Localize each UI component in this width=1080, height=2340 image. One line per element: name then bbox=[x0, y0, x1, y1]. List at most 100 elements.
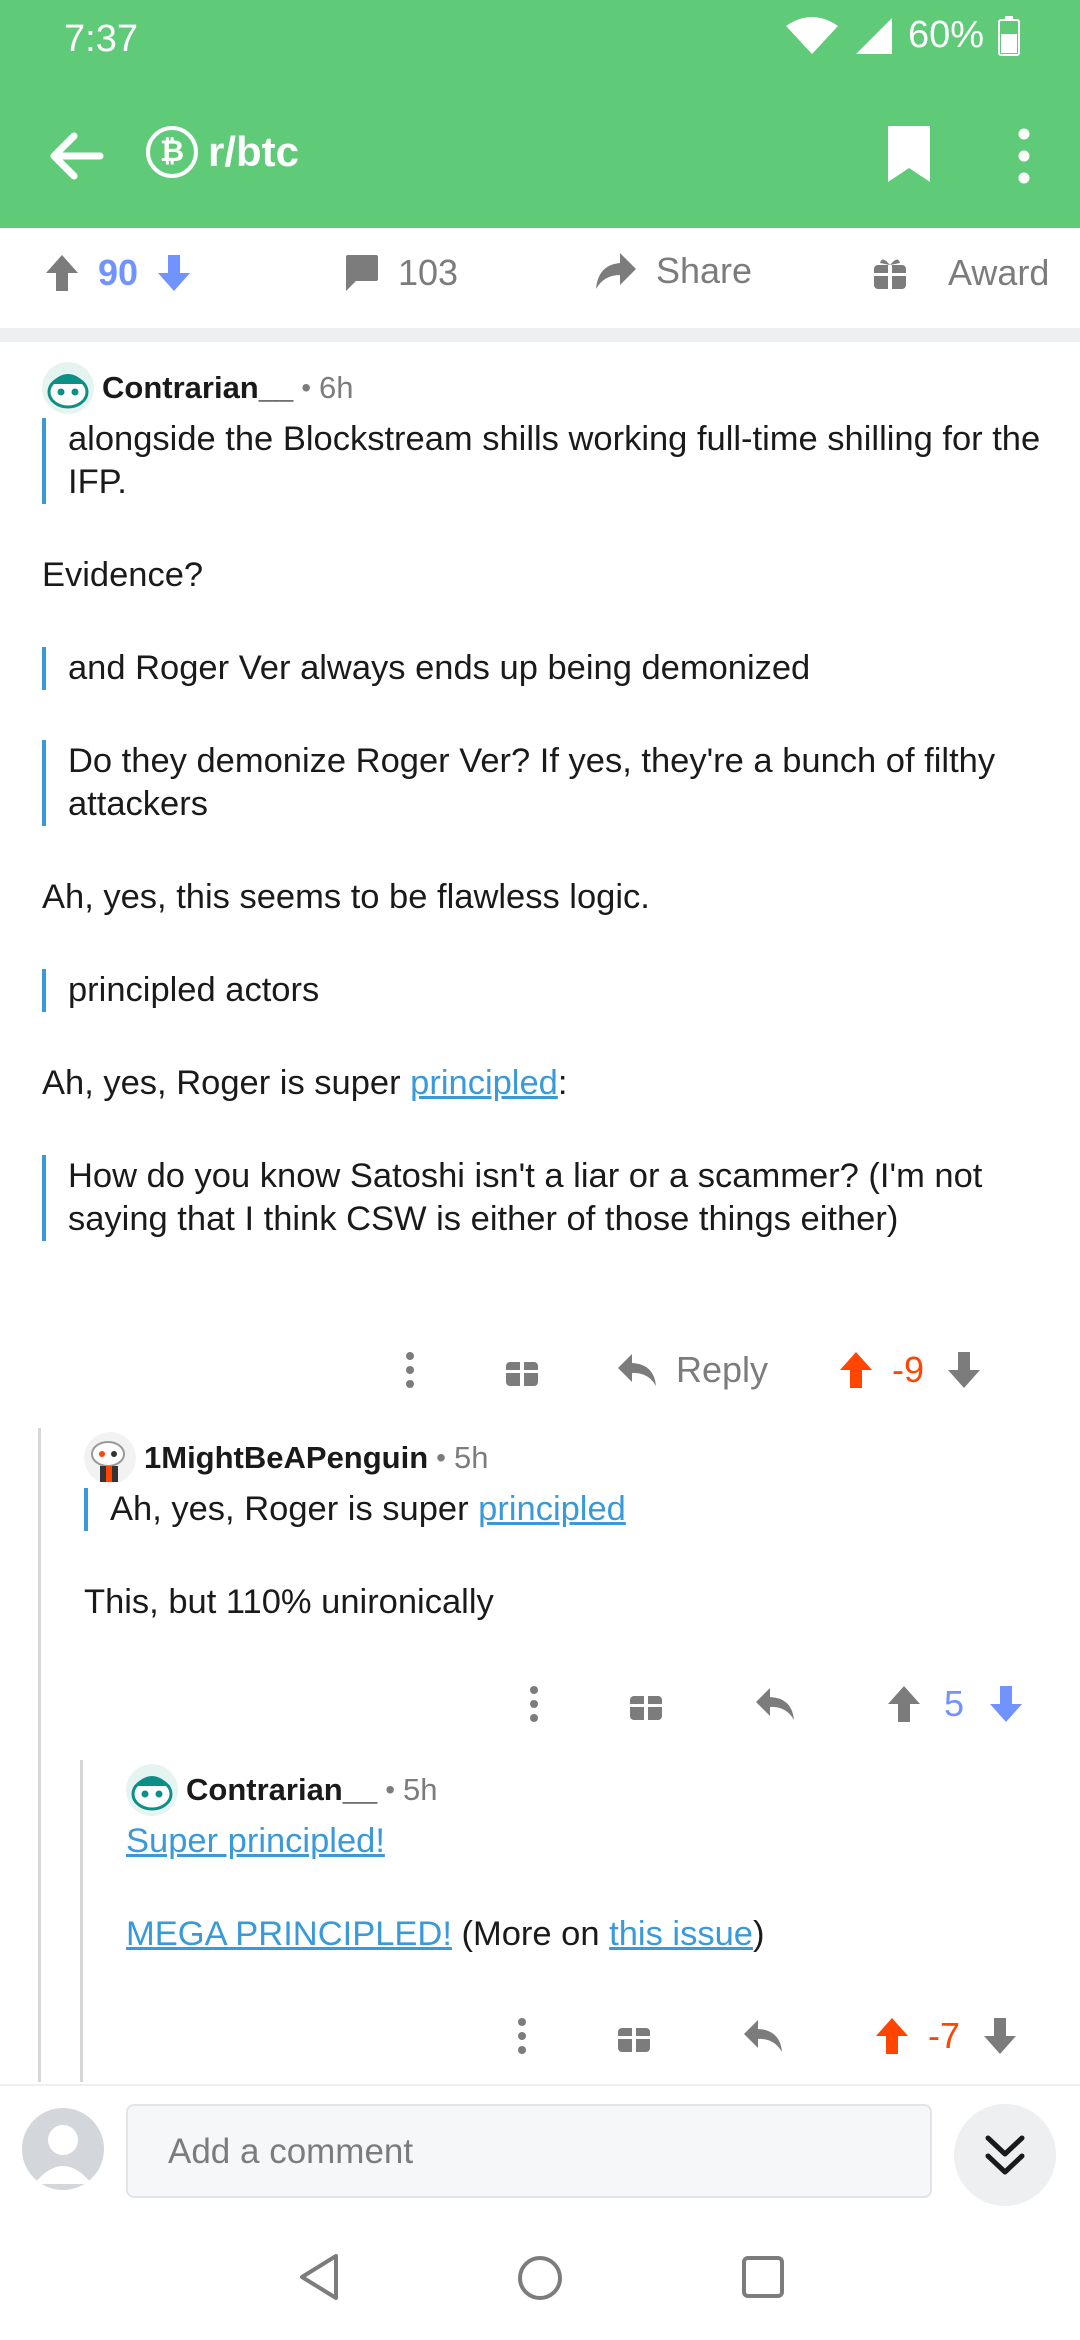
upvote-arrow-icon[interactable] bbox=[838, 1350, 874, 1390]
comment-score: 5 bbox=[944, 1683, 965, 1724]
avatar[interactable] bbox=[126, 1764, 178, 1816]
this-issue-link[interactable]: this issue bbox=[609, 1915, 753, 1953]
nav-recents-icon[interactable] bbox=[740, 2254, 786, 2300]
avatar[interactable] bbox=[42, 362, 94, 414]
gift-icon[interactable] bbox=[616, 2018, 652, 2054]
comment-paragraph: MEGA PRINCIPLED! (More on this issue) bbox=[126, 1913, 1046, 1956]
comment-age: 5h bbox=[403, 1772, 438, 1807]
thread-line bbox=[80, 1760, 83, 2082]
snoo-avatar-icon bbox=[42, 362, 94, 414]
post-score: 90 bbox=[98, 252, 139, 293]
comment-paragraph: Ah, yes, this seems to be flawless logic… bbox=[42, 878, 650, 916]
clock: 7:37 bbox=[64, 18, 138, 60]
kebab-menu-icon[interactable] bbox=[514, 1682, 554, 1726]
downvote-arrow-icon[interactable] bbox=[982, 2016, 1018, 2056]
award-button[interactable]: Award bbox=[872, 252, 1049, 294]
system-nav-bar bbox=[0, 2216, 1080, 2340]
comment-action-bar: -7 bbox=[502, 2014, 1018, 2058]
comment-action-bar: Reply -9 bbox=[390, 1348, 982, 1392]
principled-link[interactable]: principled bbox=[478, 1490, 626, 1528]
mega-principled-link[interactable]: MEGA PRINCIPLED! bbox=[126, 1915, 452, 1953]
reply-arrow-icon[interactable] bbox=[742, 2018, 784, 2054]
status-icons: 60% bbox=[784, 14, 1020, 57]
comment-score: -9 bbox=[892, 1349, 925, 1390]
comment: Contrarian__ • 5h Super principled! MEGA… bbox=[126, 1760, 1046, 1956]
gift-icon[interactable] bbox=[628, 1686, 664, 1722]
text-segment: : bbox=[557, 1064, 568, 1102]
bookmark-icon bbox=[888, 126, 930, 182]
comment-body: Ah, yes, Roger is super principled This,… bbox=[84, 1488, 1044, 1624]
text-segment: Ah, yes, Roger is super bbox=[42, 1064, 411, 1102]
super-principled-link[interactable]: Super principled! bbox=[126, 1822, 385, 1860]
upvote-arrow-icon[interactable] bbox=[44, 253, 80, 293]
share-arrow-icon bbox=[596, 253, 636, 289]
comment-bubble-icon bbox=[346, 255, 378, 291]
blockquote: Ah, yes, Roger is super principled bbox=[84, 1488, 1044, 1531]
gift-icon[interactable] bbox=[504, 1352, 540, 1388]
comments-button[interactable]: 103 bbox=[342, 252, 458, 294]
comment-composer: Add a comment bbox=[0, 2084, 1080, 2218]
comment-author[interactable]: Contrarian__ bbox=[186, 1772, 377, 1808]
bitcoin-icon: ₿ bbox=[146, 126, 198, 178]
comment-author[interactable]: 1MightBeAPenguin bbox=[144, 1440, 428, 1476]
snoo-avatar-icon bbox=[84, 1432, 136, 1484]
upvote-arrow-icon[interactable] bbox=[874, 2016, 910, 2056]
nav-back-icon[interactable] bbox=[296, 2252, 342, 2302]
user-avatar[interactable] bbox=[22, 2108, 104, 2190]
comment-header: 1MightBeAPenguin • 5h bbox=[84, 1428, 1044, 1488]
kebab-menu-icon[interactable] bbox=[390, 1348, 430, 1392]
subreddit-header[interactable]: ₿ r/btc bbox=[146, 126, 299, 178]
text-segment: Ah, yes, Roger is super bbox=[110, 1490, 479, 1528]
comment-action-bar: 5 bbox=[514, 1682, 1024, 1726]
upvote-arrow-icon[interactable] bbox=[886, 1684, 922, 1724]
reply-button[interactable]: Reply bbox=[616, 1349, 768, 1391]
share-label: Share bbox=[656, 250, 753, 291]
blockquote: Do they demonize Roger Ver? If yes, they… bbox=[42, 740, 1052, 826]
comment-body: Super principled! MEGA PRINCIPLED! (More… bbox=[126, 1820, 1046, 1956]
reply-arrow-icon[interactable] bbox=[754, 1686, 796, 1722]
blockquote: How do you know Satoshi isn't a liar or … bbox=[42, 1155, 1052, 1241]
default-avatar-icon bbox=[34, 2125, 92, 2184]
app-bar: ₿ r/btc bbox=[0, 84, 1080, 228]
downvote-arrow-icon[interactable] bbox=[988, 1684, 1024, 1724]
reply-label: Reply bbox=[676, 1349, 769, 1390]
kebab-menu-icon[interactable] bbox=[502, 2014, 542, 2058]
nav-home-icon[interactable] bbox=[516, 2254, 564, 2302]
separator-dot: • bbox=[301, 372, 312, 403]
snoo-avatar-icon bbox=[126, 1764, 178, 1816]
comment-body: alongside the Blockstream shills working… bbox=[42, 418, 1052, 1241]
add-comment-input[interactable]: Add a comment bbox=[126, 2104, 932, 2198]
battery-percent: 60% bbox=[907, 14, 984, 56]
status-bar: 7:37 60% bbox=[0, 0, 1080, 84]
back-button[interactable] bbox=[40, 120, 112, 192]
comment-age: 5h bbox=[453, 1440, 489, 1475]
text-segment: (More on bbox=[451, 1915, 610, 1953]
more-options-button[interactable] bbox=[1000, 124, 1048, 188]
downvote-arrow-icon[interactable] bbox=[946, 1350, 982, 1390]
comment-count: 103 bbox=[398, 252, 459, 293]
award-label: Award bbox=[948, 252, 1050, 293]
reply-arrow-icon bbox=[618, 1354, 656, 1386]
downvote-arrow-icon[interactable] bbox=[156, 253, 192, 293]
post-vote-group: 90 bbox=[44, 252, 192, 294]
share-button[interactable]: Share bbox=[594, 250, 752, 292]
avatar[interactable] bbox=[84, 1432, 136, 1484]
collapse-all-button[interactable] bbox=[954, 2104, 1056, 2206]
post-action-bar: 90 103 Share Award bbox=[0, 228, 1080, 342]
cell-signal-icon bbox=[855, 17, 892, 54]
comment-author[interactable]: Contrarian__ bbox=[102, 370, 293, 406]
comment-paragraph: Ah, yes, Roger is super principled: bbox=[42, 1062, 1052, 1105]
comment-paragraph: Super principled! bbox=[126, 1820, 1046, 1863]
subreddit-name: r/btc bbox=[208, 128, 300, 175]
bookmark-button[interactable] bbox=[884, 124, 934, 184]
blockquote: and Roger Ver always ends up being demon… bbox=[42, 647, 1052, 690]
battery-icon bbox=[998, 15, 1020, 56]
comment-thread: Contrarian__ • 6h alongside the Blockstr… bbox=[0, 342, 1080, 2082]
blockquote: principled actors bbox=[42, 969, 1052, 1012]
blockquote: alongside the Blockstream shills working… bbox=[42, 418, 1052, 504]
comment-header: Contrarian__ • 5h bbox=[126, 1760, 1046, 1820]
principled-link[interactable]: principled bbox=[410, 1064, 558, 1102]
back-arrow-icon bbox=[50, 132, 104, 180]
comment: Contrarian__ • 6h alongside the Blockstr… bbox=[42, 358, 1052, 1241]
comment-age: 6h bbox=[319, 370, 354, 405]
